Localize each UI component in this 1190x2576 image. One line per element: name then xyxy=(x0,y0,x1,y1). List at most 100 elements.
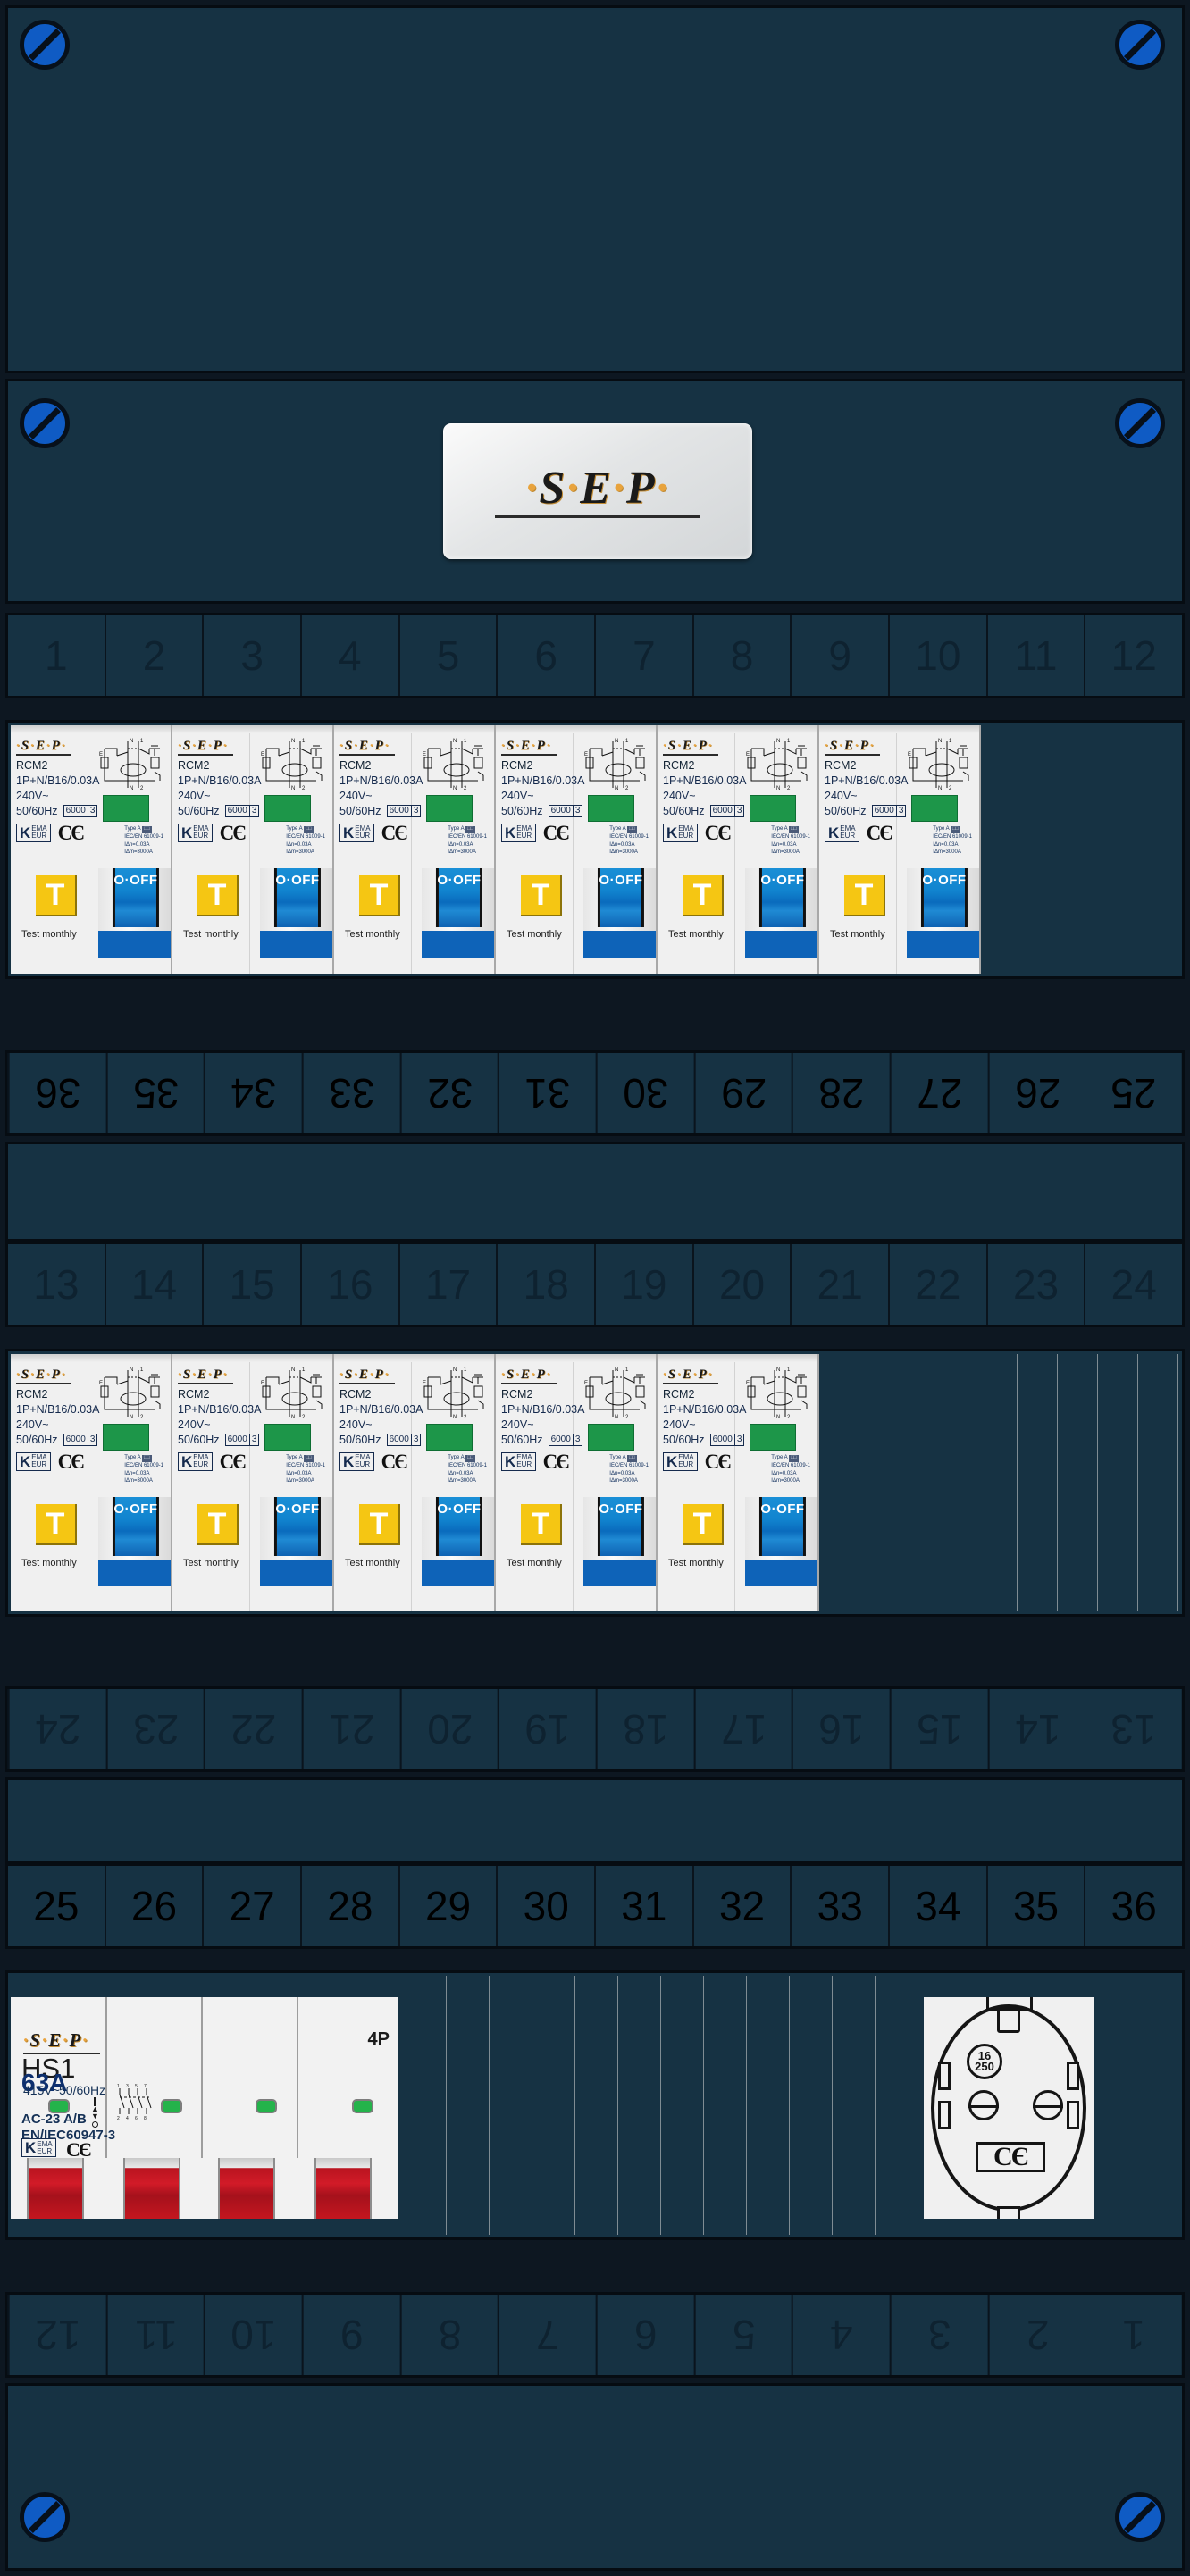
screw-top-left[interactable] xyxy=(20,20,70,70)
svg-text:2: 2 xyxy=(787,786,791,791)
rcbo-test-button[interactable]: T xyxy=(36,1504,77,1545)
rcbo-module[interactable]: ·S·E·P· RCM2 1P+N/B16/0.03A 240V~ 50/60H… xyxy=(496,1354,658,1611)
rcbo-test-button[interactable]: T xyxy=(197,1504,239,1545)
rcbo-test-button[interactable]: T xyxy=(683,875,724,916)
rcbo-toggle-cap[interactable]: O·OFF xyxy=(920,868,968,927)
rcbo-test-button[interactable]: T xyxy=(359,1504,400,1545)
main-switch-toggle[interactable] xyxy=(27,2158,84,2219)
rcbo-toggle-cap[interactable]: O·OFF xyxy=(112,1497,160,1556)
screw-top-right[interactable] xyxy=(1115,20,1165,70)
main-switch-toggle[interactable] xyxy=(123,2158,180,2219)
rcbo-toggle-cap[interactable]: O·OFF xyxy=(597,868,645,927)
rcbo-test-button[interactable]: T xyxy=(36,875,77,916)
rcbo-rcd-sensitivity: IΔn=0.03A xyxy=(124,1470,150,1476)
number-cell: 13 xyxy=(8,1244,106,1325)
rcbo-module[interactable]: ·S·E·P· RCM2 1P+N/B16/0.03A 240V~ 50/60H… xyxy=(819,725,981,974)
empty-rail-slot[interactable] xyxy=(876,1976,918,2235)
rcbo-module[interactable]: ·S·E·P· RCM2 1P+N/B16/0.03A 240V~ 50/60H… xyxy=(334,1354,496,1611)
rcbo-module[interactable]: ·S·E·P· RCM2 1P+N/B16/0.03A 240V~ 50/60H… xyxy=(658,725,819,974)
rcbo-toggle-switch[interactable]: O·OFF xyxy=(583,1497,656,1586)
rcbo-toggle-switch[interactable]: O·OFF xyxy=(907,868,979,958)
empty-rail-slot[interactable] xyxy=(404,1976,447,2235)
rcbo-toggle-switch[interactable]: O·OFF xyxy=(422,1497,494,1586)
rcbo-type-a-icon: □□ xyxy=(788,826,799,833)
rcbo-rcd-spec: Type A □□ IEC/EN 61009-1 IΔn=0.03A IΔm=3… xyxy=(771,825,810,857)
number-cell: 33 xyxy=(302,1053,400,1133)
rcbo-test-button[interactable]: T xyxy=(521,875,562,916)
rcbo-toggle-cap[interactable]: O·OFF xyxy=(758,868,807,927)
screw-brand-right[interactable] xyxy=(1115,398,1165,448)
empty-rail-slot[interactable] xyxy=(704,1976,747,2235)
rcbo-module[interactable]: ·S·E·P· RCM2 1P+N/B16/0.03A 240V~ 50/60H… xyxy=(172,1354,334,1611)
rcbo-toggle-switch[interactable]: O·OFF xyxy=(260,868,332,958)
rcbo-module[interactable]: ·S·E·P· RCM2 1P+N/B16/0.03A 240V~ 50/60H… xyxy=(658,1354,819,1611)
empty-rail-slot[interactable] xyxy=(490,1976,532,2235)
svg-text:N: N xyxy=(130,1367,133,1373)
empty-rail-slot[interactable] xyxy=(1018,1354,1058,1611)
rcbo-ce-icon: CЄ xyxy=(219,821,247,844)
main-switch-toggle[interactable] xyxy=(218,2158,275,2219)
rcbo-rcd-breaking: IΔm=3000A xyxy=(286,1478,314,1485)
rcbo-toggle-cap[interactable]: O·OFF xyxy=(273,868,322,927)
rcbo-toggle-switch[interactable]: O·OFF xyxy=(583,868,656,958)
svg-text:N: N xyxy=(453,786,457,791)
number-cell: 33 xyxy=(792,1866,891,1946)
main-switch-hs1[interactable]: ·S·E·P· HS1 63A 415V~ 50/60Hz AC-23 A/B … xyxy=(11,1997,398,2219)
screw-bottom-left[interactable] xyxy=(20,2492,70,2542)
rcbo-test-button[interactable]: T xyxy=(359,875,400,916)
rcbo-toggle-switch[interactable]: O·OFF xyxy=(260,1497,332,1586)
rcbo-test-button[interactable]: T xyxy=(197,875,239,916)
rcbo-toggle-cap[interactable]: O·OFF xyxy=(273,1497,322,1556)
rcbo-toggle-cap[interactable]: O·OFF xyxy=(435,868,483,927)
empty-rail-slot[interactable] xyxy=(747,1976,790,2235)
rcbo-module[interactable]: ·S·E·P· RCM2 1P+N/B16/0.03A 240V~ 50/60H… xyxy=(11,1354,172,1611)
rcbo-rcd-standard: IEC/EN 61009-1 xyxy=(286,1462,325,1468)
rcbo-module[interactable]: ·S·E·P· RCM2 1P+N/B16/0.03A 240V~ 50/60H… xyxy=(334,725,496,974)
rcbo-top-strip xyxy=(11,1354,171,1362)
rcbo-toggle-switch[interactable]: O·OFF xyxy=(98,868,171,958)
rcbo-module[interactable]: ·S·E·P· RCM2 1P+N/B16/0.03A 240V~ 50/60H… xyxy=(496,725,658,974)
socket-outlet[interactable]: 16 250 CЄ xyxy=(924,1997,1094,2219)
rcbo-toggle-switch[interactable]: O·OFF xyxy=(745,868,817,958)
rcbo-rcd-sensitivity: IΔn=0.03A xyxy=(448,1470,473,1476)
rcbo-brand-underline xyxy=(825,754,880,756)
svg-text:2: 2 xyxy=(117,2116,120,2120)
empty-rail-slot[interactable] xyxy=(977,1354,1018,1611)
main-switch-toggle[interactable] xyxy=(314,2158,372,2219)
empty-rail-slot[interactable] xyxy=(1098,1354,1138,1611)
screw-bottom-right[interactable] xyxy=(1115,2492,1165,2542)
rcbo-module[interactable]: ·S·E·P· RCM2 1P+N/B16/0.03A 240V~ 50/60H… xyxy=(11,725,172,974)
socket-rating-voltage: 250 xyxy=(975,2060,994,2073)
number-row-13-24: 13 14 15 16 17 18 19 20 21 22 23 24 xyxy=(5,1242,1185,1327)
rcbo-toggle-switch[interactable]: O·OFF xyxy=(745,1497,817,1586)
rcbo-toggle-cap[interactable]: O·OFF xyxy=(112,868,160,927)
rcbo-rcd-standard: IEC/EN 61009-1 xyxy=(609,1462,649,1468)
empty-rail-slot[interactable] xyxy=(575,1976,618,2235)
rcbo-rating: 1P+N/B16/0.03A xyxy=(663,774,747,787)
distribution-board: ·S·E·P· 1 2 3 4 5 6 7 8 9 10 11 12 ·S·E·… xyxy=(0,0,1190,2576)
rcbo-toggle-cap[interactable]: O·OFF xyxy=(597,1497,645,1556)
svg-text:N: N xyxy=(453,739,457,744)
rcbo-toggle-cap[interactable]: O·OFF xyxy=(435,1497,483,1556)
empty-rail-slot[interactable] xyxy=(447,1976,490,2235)
rcbo-test-button[interactable]: T xyxy=(844,875,885,916)
empty-rail-slot[interactable] xyxy=(532,1976,575,2235)
empty-rail-slot[interactable] xyxy=(790,1976,833,2235)
rcbo-test-button[interactable]: T xyxy=(683,1504,724,1545)
empty-rail-slot[interactable] xyxy=(661,1976,704,2235)
rcbo-energy-class: 3 xyxy=(572,806,582,817)
empty-rail-slot[interactable] xyxy=(1138,1354,1178,1611)
rcbo-module[interactable]: ·S·E·P· RCM2 1P+N/B16/0.03A 240V~ 50/60H… xyxy=(172,725,334,974)
number-cell: 2 xyxy=(987,2295,1086,2375)
rcbo-rating: 1P+N/B16/0.03A xyxy=(663,1402,747,1416)
empty-rail-slot[interactable] xyxy=(833,1976,876,2235)
rcbo-toggle-cap[interactable]: O·OFF xyxy=(758,1497,807,1556)
rcbo-rcd-spec: Type A □□ IEC/EN 61009-1 IΔn=0.03A IΔm=3… xyxy=(448,825,487,857)
screw-brand-left[interactable] xyxy=(20,398,70,448)
rcbo-test-button[interactable]: T xyxy=(521,1504,562,1545)
rcbo-toggle-switch[interactable]: O·OFF xyxy=(98,1497,171,1586)
empty-rail-slot[interactable] xyxy=(618,1976,661,2235)
empty-rail-slot[interactable] xyxy=(1058,1354,1098,1611)
rcbo-schematic-icon: N 1 N 2 E xyxy=(744,736,812,796)
rcbo-toggle-switch[interactable]: O·OFF xyxy=(422,868,494,958)
